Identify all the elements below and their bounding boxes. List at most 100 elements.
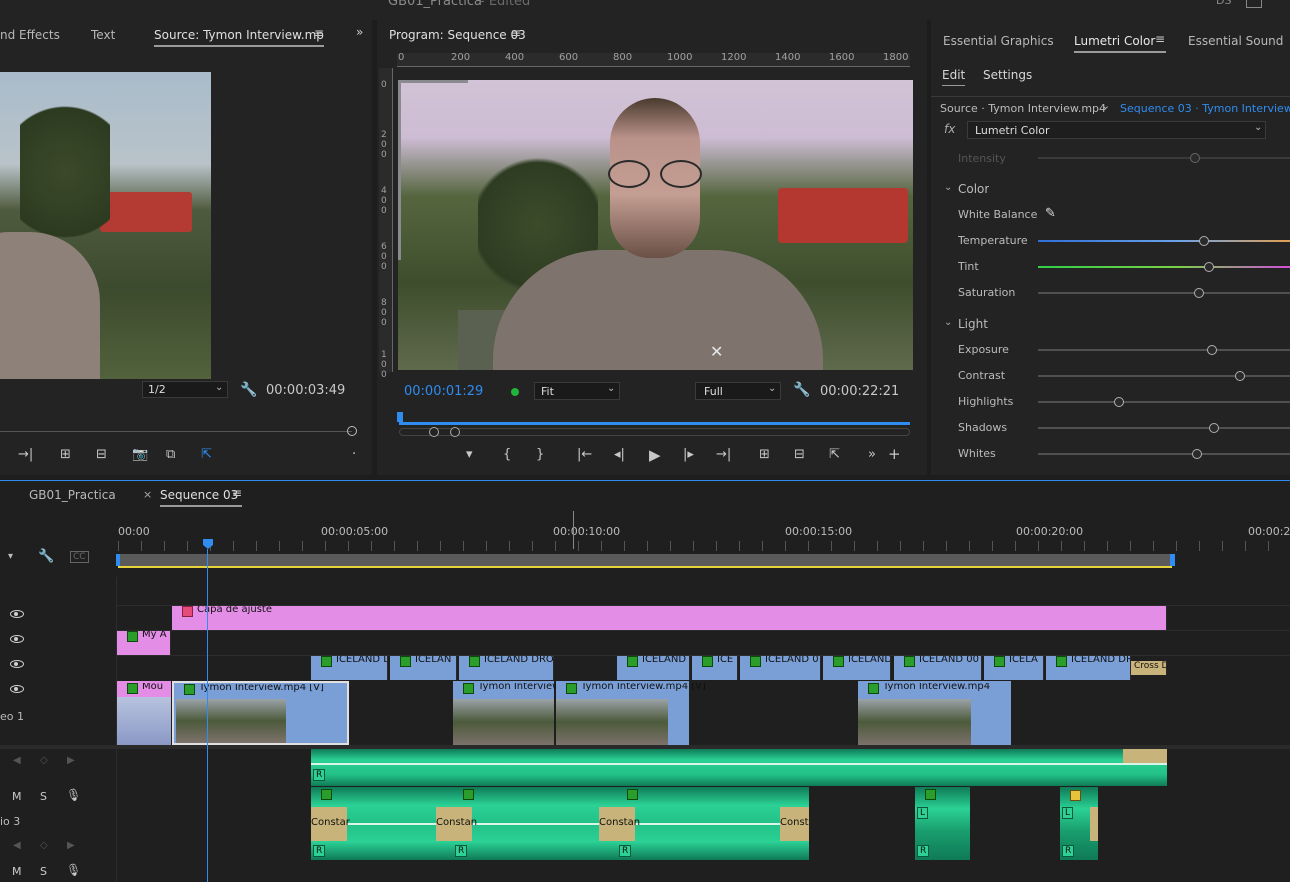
audio-clip-small-2[interactable]: L R <box>1060 787 1098 860</box>
whites-knob[interactable] <box>1191 449 1202 459</box>
adjustment-layer-clip[interactable]: Capa de ajuste <box>172 606 1167 630</box>
eyedropper-icon[interactable]: ✎ <box>1045 206 1056 221</box>
next-keyframe-icon[interactable]: ▶ <box>67 755 75 766</box>
insert-icon[interactable]: ⊞ <box>60 447 71 462</box>
add-button-icon[interactable]: + <box>888 445 901 463</box>
music-audio-clip[interactable]: R <box>311 749 1167 786</box>
tint-knob[interactable] <box>1204 262 1215 272</box>
tymon-clip-2[interactable]: Tymon Interview. <box>453 681 563 745</box>
constant-power-transition[interactable]: Constar <box>311 807 350 841</box>
temperature-knob[interactable] <box>1199 236 1210 246</box>
marker-icon[interactable]: ▾ <box>8 551 13 562</box>
iceland-clip[interactable]: ICELAND <box>617 656 690 680</box>
iceland-clip[interactable]: ICELAND 007. <box>894 656 982 680</box>
tymon-clip-1[interactable]: Tymon Interview.mp4 [V] <box>172 681 349 745</box>
next-keyframe-icon[interactable]: ▶ <box>67 840 75 851</box>
prev-keyframe-icon[interactable]: ◀ <box>13 840 21 851</box>
contrast-knob[interactable] <box>1234 371 1245 381</box>
tab-gb01[interactable]: GB01_Practica <box>29 488 116 502</box>
mute-button[interactable]: M <box>12 865 22 878</box>
contrast-slider[interactable] <box>1038 375 1290 377</box>
program-menu-icon[interactable]: ≡ <box>511 26 521 40</box>
overwrite-icon[interactable]: ⊟ <box>96 447 107 462</box>
iceland-clip[interactable]: ICELA <box>984 656 1044 680</box>
whites-slider[interactable] <box>1038 453 1290 455</box>
close-icon[interactable]: × <box>143 488 152 501</box>
zoom-handle-right[interactable] <box>450 427 460 437</box>
work-area-end[interactable] <box>1170 554 1175 566</box>
prev-keyframe-icon[interactable]: ◀ <box>13 755 21 766</box>
microphone-icon[interactable]: 🎙 <box>66 863 81 877</box>
marker-icon[interactable]: ▾ <box>466 447 473 462</box>
user-initials[interactable]: DS <box>1216 0 1231 7</box>
iceland-clip[interactable]: ICELAND D <box>311 656 388 680</box>
highlights-knob[interactable] <box>1113 397 1124 407</box>
chevron-down-icon[interactable]: ⌄ <box>1101 99 1110 112</box>
go-to-out-icon[interactable]: →| <box>18 447 33 462</box>
exposure-slider[interactable] <box>1038 349 1290 351</box>
solo-button[interactable]: S <box>40 790 47 803</box>
color-collapse-icon[interactable]: ⌄ <box>944 182 952 193</box>
cross-dissolve-transition[interactable]: Cross Dis <box>1131 661 1167 675</box>
iceland-clip[interactable]: ICELAND DR <box>1046 656 1131 680</box>
compare-icon[interactable]: ⧉ <box>166 447 175 462</box>
lumetri-menu-icon[interactable]: ≡ <box>1155 32 1165 46</box>
audio-clip-small-1[interactable]: L R <box>915 787 970 860</box>
exposure-knob[interactable] <box>1206 345 1217 355</box>
microphone-icon[interactable]: 🎙 <box>66 788 81 802</box>
mou-clip[interactable]: Mou <box>117 681 171 745</box>
source-video-frame[interactable] <box>0 72 211 379</box>
zoom-handle-left[interactable] <box>429 427 439 437</box>
tymon-clip-4[interactable]: Tymon Interview.mp4 <box>858 681 1011 745</box>
program-current-timecode[interactable]: 00:00:01:29 <box>404 384 483 399</box>
program-playhead[interactable] <box>397 412 403 422</box>
export-frame-icon[interactable]: ⇱ <box>829 447 840 462</box>
subtab-edit[interactable]: Edit <box>942 68 966 86</box>
iceland-clip[interactable]: ICELAND <box>823 656 891 680</box>
tab-lumetri-color[interactable]: Lumetri Color <box>1074 34 1166 53</box>
mark-out-icon[interactable]: } <box>536 447 544 462</box>
tab-text[interactable]: Text <box>91 28 115 42</box>
color-section-title[interactable]: Color <box>958 182 989 196</box>
resolution-select[interactable]: 1/2 ⌄ <box>142 381 228 398</box>
eye-icon[interactable] <box>10 635 24 643</box>
wrench-icon[interactable]: 🔧 <box>240 382 257 398</box>
interview-audio-clip[interactable]: Constar R Constan R Constan R Consta <box>311 787 809 860</box>
program-video-frame[interactable]: ✕ <box>398 80 913 370</box>
overflow-icon[interactable]: » <box>356 25 363 39</box>
tab-source[interactable]: Source: Tymon Interview.mp4 <box>154 28 324 47</box>
lift-icon[interactable]: ⊞ <box>759 447 770 462</box>
mute-button[interactable]: M <box>12 790 22 803</box>
work-area-start[interactable] <box>116 554 120 566</box>
zoom-bar[interactable] <box>399 428 910 436</box>
tint-slider[interactable] <box>1038 266 1290 268</box>
saturation-slider[interactable] <box>1038 292 1290 294</box>
source-scrub-handle[interactable] <box>347 426 357 436</box>
source-scrubber[interactable] <box>0 431 352 432</box>
eye-icon[interactable] <box>10 610 24 618</box>
quality-select[interactable]: Full ⌄ <box>695 382 781 400</box>
timeline-menu-icon[interactable]: ≡ <box>232 486 242 500</box>
overflow-icon[interactable]: » <box>868 447 876 462</box>
shadows-slider[interactable] <box>1038 427 1290 429</box>
temperature-slider[interactable] <box>1038 240 1290 242</box>
shadows-knob[interactable] <box>1209 423 1220 433</box>
tab-essential-graphics[interactable]: Essential Graphics <box>943 34 1054 48</box>
source-clip-label[interactable]: Source · Tymon Interview.mp4 <box>940 102 1106 115</box>
tab-sequence-03[interactable]: Sequence 03 <box>160 488 242 507</box>
iceland-clip[interactable]: ICE <box>692 656 738 680</box>
fit-select[interactable]: Fit ⌄ <box>534 382 620 400</box>
more-icon[interactable]: · <box>352 447 356 462</box>
my-a-clip[interactable]: My A <box>117 631 171 655</box>
iceland-clip[interactable]: ICELAND 01 <box>740 656 821 680</box>
program-wrench-icon[interactable]: 🔧 <box>793 382 810 398</box>
go-to-out-icon[interactable]: →| <box>716 447 731 462</box>
export-frame-icon[interactable]: ⇱ <box>201 447 212 462</box>
step-forward-icon[interactable]: |▸ <box>683 447 694 462</box>
solo-button[interactable]: S <box>40 865 47 878</box>
tab-essential-sound[interactable]: Essential Sound <box>1188 34 1283 48</box>
constant-power-transition[interactable]: Constan <box>436 807 477 841</box>
sequence-clip-label[interactable]: Sequence 03 · Tymon Interview.mp <box>1120 102 1290 115</box>
panel-toggle-icon[interactable] <box>1246 0 1262 8</box>
eye-icon[interactable] <box>10 685 24 693</box>
